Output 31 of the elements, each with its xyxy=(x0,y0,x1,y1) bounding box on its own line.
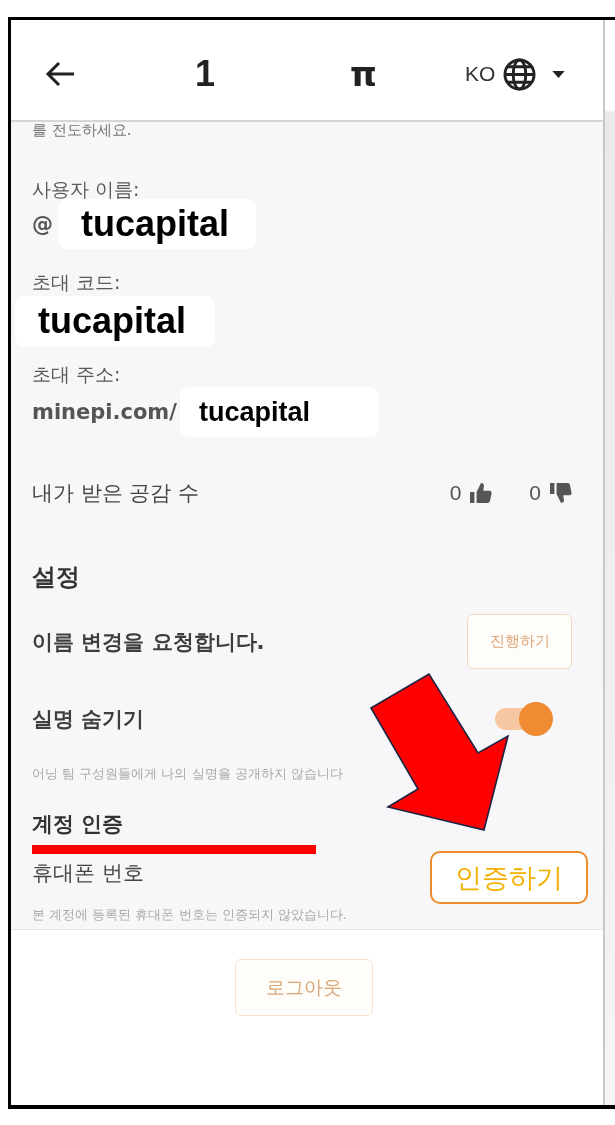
field-label: 사용자 이름: xyxy=(32,177,141,201)
section-title: 설정 xyxy=(32,562,81,593)
toggle-switch[interactable] xyxy=(495,702,553,736)
dislikes-count: 0 xyxy=(529,481,541,505)
action-button[interactable]: 진행하기 xyxy=(467,614,572,669)
reactions-label: 내가 받은 공감 수 xyxy=(32,480,200,507)
action-button[interactable]: 인증하기 xyxy=(430,851,588,904)
field-value: tucapital xyxy=(15,295,215,347)
page-title: 1 xyxy=(195,54,216,94)
field-prefix: minepi.com/ xyxy=(32,400,177,424)
thumbs-down-icon xyxy=(550,483,572,503)
intro-text: 를 전도하세요. xyxy=(32,122,133,138)
setting-label: 실명 숨기기 xyxy=(32,706,145,733)
field-value: tucapital xyxy=(179,387,379,437)
globe-icon xyxy=(503,57,537,91)
field-prefix: @ xyxy=(32,212,53,236)
caret-icon xyxy=(552,70,566,78)
logout-button[interactable]: 로그아웃 xyxy=(235,959,373,1016)
setting-description: 어닝 팀 구성원들에게 나의 실명을 공개하지 않습니다 xyxy=(32,766,344,782)
setting-label: 휴대폰 번호 xyxy=(32,860,144,887)
setting-description: 본 계정에 등록된 휴대폰 번호는 인증되지 않았습니다. xyxy=(32,907,348,923)
thumbs-up-icon xyxy=(470,483,493,503)
pi-logo: π xyxy=(350,54,377,94)
likes-count: 0 xyxy=(449,481,462,505)
back-arrow-icon[interactable] xyxy=(45,61,75,87)
field-label: 초대 주소: xyxy=(32,362,122,386)
section-title: 계정 인증 xyxy=(32,811,125,838)
field-label: 초대 코드: xyxy=(32,270,122,294)
language-selector[interactable]: KO xyxy=(464,57,566,91)
field-value: tucapital xyxy=(58,199,256,249)
setting-label: 이름 변경을 요청합니다. xyxy=(32,628,265,656)
